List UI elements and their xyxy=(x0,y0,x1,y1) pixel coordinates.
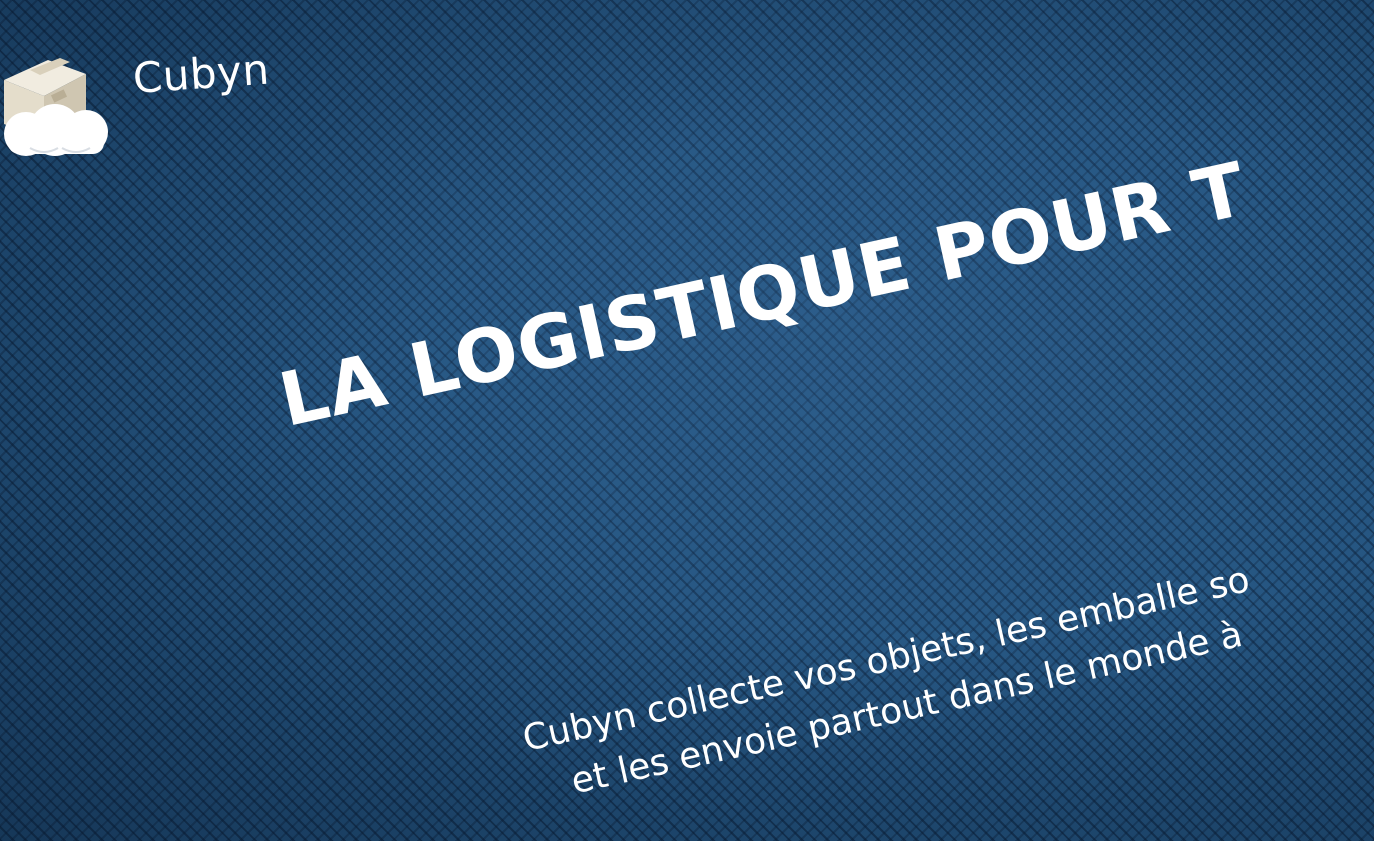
hero-description: Cubyn collecte vos objets, les emballe s… xyxy=(518,554,1266,816)
box-on-cloud-icon xyxy=(4,58,108,156)
logo-link[interactable]: Cubyn xyxy=(0,45,271,162)
logo-text: Cubyn xyxy=(131,44,271,103)
hero-title: LA LOGISTIQUE POUR T xyxy=(272,146,1255,444)
